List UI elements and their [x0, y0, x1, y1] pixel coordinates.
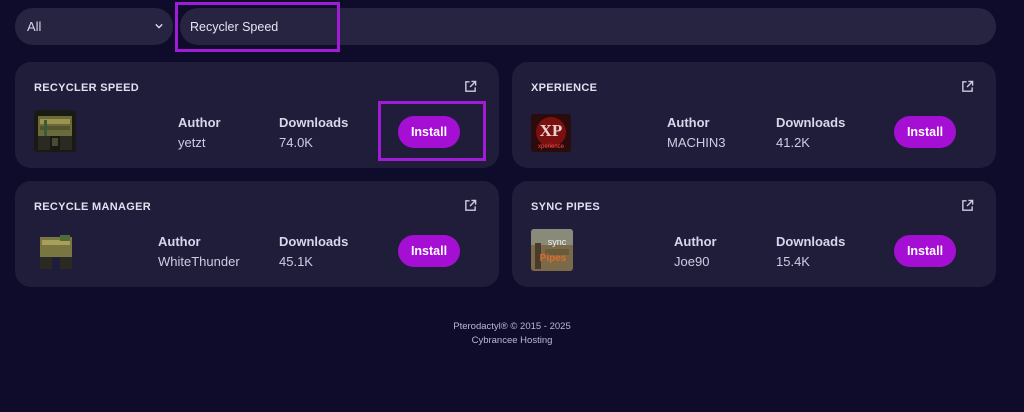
- author-label: Author: [674, 234, 717, 249]
- plugin-title: XPERIENCE: [531, 82, 598, 94]
- install-button[interactable]: Install: [398, 235, 460, 267]
- search-field[interactable]: [180, 8, 996, 45]
- external-link-icon[interactable]: [961, 80, 974, 93]
- plugin-card-recycler-speed: RECYCLER SPEED Author yetzt Downloads 74…: [15, 62, 499, 168]
- search-input[interactable]: [188, 8, 788, 45]
- plugin-title: SYNC PIPES: [531, 201, 601, 213]
- downloads-label: Downloads: [776, 115, 846, 130]
- xperience-thumbnail: XP xperience: [531, 114, 571, 152]
- recycler-speed-thumbnail: [34, 110, 76, 152]
- svg-text:xperience: xperience: [538, 144, 565, 150]
- install-button[interactable]: Install: [894, 116, 956, 148]
- plugin-card-sync-pipes: SYNC PIPES sync Pipes Author Joe90 Downl…: [512, 181, 996, 287]
- recycle-manager-thumbnail: [34, 229, 76, 271]
- author-label: Author: [158, 234, 201, 249]
- downloads-label: Downloads: [279, 234, 349, 249]
- filter-bar: All: [15, 8, 996, 46]
- sync-pipes-thumbnail: sync Pipes: [531, 229, 573, 271]
- svg-text:XP: XP: [540, 121, 563, 140]
- footer-host: Cybrancee Hosting: [471, 335, 553, 346]
- author-value: Joe90: [674, 254, 710, 269]
- install-button[interactable]: Install: [894, 235, 956, 267]
- downloads-label: Downloads: [776, 234, 846, 249]
- author-value: WhiteThunder: [158, 254, 240, 269]
- plugin-title: RECYCLE MANAGER: [34, 201, 151, 213]
- category-select[interactable]: All: [15, 8, 173, 45]
- downloads-value: 74.0K: [279, 135, 313, 150]
- external-link-icon[interactable]: [464, 199, 477, 212]
- plugin-title: RECYCLER SPEED: [34, 82, 140, 94]
- downloads-value: 45.1K: [279, 254, 313, 269]
- downloads-value: 15.4K: [776, 254, 810, 269]
- downloads-value: 41.2K: [776, 135, 810, 150]
- plugin-card-recycle-manager: RECYCLE MANAGER Author WhiteThunder Down…: [15, 181, 499, 287]
- footer-copyright: Pterodactyl® © 2015 - 2025: [453, 321, 571, 332]
- author-label: Author: [667, 115, 710, 130]
- svg-text:Pipes: Pipes: [540, 253, 567, 264]
- install-button[interactable]: Install: [398, 116, 460, 148]
- chevron-down-icon: [155, 23, 163, 29]
- author-label: Author: [178, 115, 221, 130]
- external-link-icon[interactable]: [961, 199, 974, 212]
- category-select-value: All: [27, 19, 42, 34]
- external-link-icon[interactable]: [464, 80, 477, 93]
- plugin-card-xperience: XPERIENCE XP xperience Author MACHIN3 Do…: [512, 62, 996, 168]
- author-value: MACHIN3: [667, 135, 726, 150]
- author-value: yetzt: [178, 135, 206, 150]
- downloads-label: Downloads: [279, 115, 349, 130]
- svg-text:sync: sync: [548, 237, 567, 247]
